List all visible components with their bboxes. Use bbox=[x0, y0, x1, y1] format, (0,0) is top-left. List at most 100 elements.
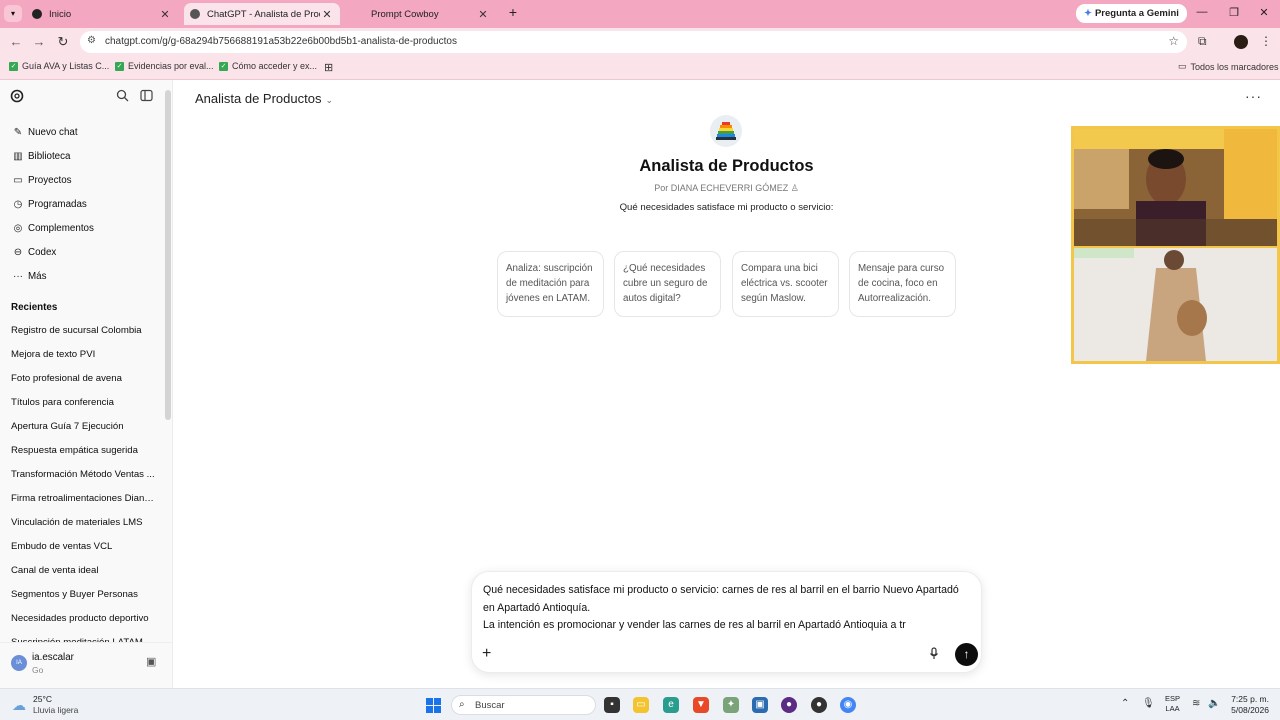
bookmark-item[interactable]: ✓ Cómo acceder y ex... bbox=[219, 61, 317, 71]
tab-search-button[interactable]: ▾ bbox=[4, 5, 22, 22]
new-tab-button[interactable]: + bbox=[505, 4, 521, 20]
taskbar-search[interactable]: ⌕ Buscar bbox=[451, 695, 596, 715]
back-icon[interactable]: ← bbox=[8, 34, 24, 49]
browser-tab-bar: ▾ Inicio ✕ ChatGPT - Analista de Product… bbox=[0, 0, 1280, 28]
recent-chat-item[interactable]: Mejora de texto PVI bbox=[11, 349, 156, 360]
chat-sidebar: ✎ Nuevo chat ▥ Biblioteca ▭ Proyectos ◷ Prog… bbox=[0, 80, 173, 688]
sidebar-item-complementos[interactable]: ◎ Complementos bbox=[11, 219, 94, 237]
windows-taskbar: ☁ 25°C Lluvia ligera ⌕ Buscar ▪ ▭ e ▼ ✦ … bbox=[0, 688, 1280, 720]
file-explorer-icon[interactable]: ▭ bbox=[633, 697, 649, 713]
chrome-icon[interactable]: ◉ bbox=[840, 697, 856, 713]
ask-gemini-button[interactable]: ✦ Pregunta a Gemini bbox=[1076, 4, 1187, 23]
gift-icon[interactable]: ▣ bbox=[146, 655, 156, 668]
language-code: ESP bbox=[1165, 694, 1181, 703]
clock-time: 7:25 p. m. bbox=[1231, 694, 1269, 704]
edge-icon[interactable]: e bbox=[663, 697, 679, 713]
sidebar-item-label: Proyectos bbox=[28, 174, 72, 186]
all-bookmarks-button[interactable]: ▭ Todos los marcadores bbox=[1178, 61, 1279, 72]
sidebar-toggle-icon[interactable] bbox=[140, 89, 153, 105]
clock-icon: ◷ bbox=[13, 198, 23, 210]
prompt-line: Qué necesidades satisface mi producto o … bbox=[483, 584, 962, 614]
recent-chat-item[interactable]: Respuesta empática sugerida bbox=[11, 445, 156, 456]
recent-chat-item[interactable]: Embudo de ventas VCL bbox=[11, 541, 156, 552]
app-icon[interactable]: ✦ bbox=[723, 697, 739, 713]
forward-icon[interactable]: → bbox=[31, 34, 47, 49]
url-text[interactable]: chatgpt.com/g/g-68a294b756688191a53b22e6… bbox=[105, 36, 457, 47]
bookmark-star-icon[interactable]: ☆ bbox=[1168, 34, 1179, 48]
recent-chat-item[interactable]: Apertura Guía 7 Ejecución bbox=[11, 421, 156, 432]
sidebar-item-mas[interactable]: ··· Más bbox=[11, 267, 47, 285]
conversation-starter[interactable]: Compara una bici eléctrica vs. scooter s… bbox=[732, 251, 839, 317]
all-bookmarks-label: Todos los marcadores bbox=[1190, 61, 1279, 72]
window-close-icon[interactable]: ✕ bbox=[1254, 6, 1274, 19]
bookmarks-bar: ✓ Guía AVA y Listas C... ✓ Evidencias por … bbox=[0, 56, 1280, 80]
obs-icon[interactable]: ● bbox=[781, 697, 797, 713]
temperature[interactable]: 25°C bbox=[33, 694, 52, 704]
search-icon[interactable] bbox=[116, 89, 129, 105]
task-view-icon[interactable]: ▪ bbox=[604, 697, 620, 713]
microphone-icon[interactable]: 🎙 bbox=[1142, 698, 1155, 709]
weather-cloud-icon[interactable]: ☁ bbox=[12, 697, 26, 714]
weather-description[interactable]: Lluvia ligera bbox=[33, 705, 78, 715]
profile-avatar[interactable] bbox=[1234, 35, 1248, 49]
recent-chat-item[interactable]: Títulos para conferencia bbox=[11, 397, 156, 408]
recent-chat-item[interactable]: Firma retroalimentaciones Diana... bbox=[11, 493, 156, 504]
window-app-icon[interactable]: ▣ bbox=[752, 697, 768, 713]
recent-chat-item[interactable]: Vinculación de materiales LMS bbox=[11, 517, 156, 528]
browser-menu-icon[interactable]: ⋮ bbox=[1260, 34, 1272, 48]
send-button[interactable]: ↑ bbox=[955, 643, 978, 666]
system-clock[interactable]: 7:25 p. m. 5/08/2026 bbox=[1225, 694, 1269, 716]
language-indicator[interactable]: ESP LAA bbox=[1165, 694, 1180, 714]
sidebar-item-label: Nuevo chat bbox=[28, 126, 78, 138]
apps-grid-icon[interactable]: ⊞ bbox=[324, 61, 333, 74]
site-info-icon[interactable]: ⚙ bbox=[87, 35, 96, 46]
tab-inicio[interactable]: Inicio ✕ bbox=[26, 3, 178, 25]
tab-chatgpt[interactable]: ChatGPT - Analista de Producto ✕ bbox=[184, 3, 340, 25]
sidebar-item-nuevo-chat[interactable]: ✎ Nuevo chat bbox=[11, 123, 78, 141]
add-attachment-icon[interactable]: + bbox=[482, 645, 491, 663]
conversation-starter[interactable]: ¿Qué necesidades cubre un seguro de auto… bbox=[614, 251, 721, 317]
sidebar-item-label: Codex bbox=[28, 246, 57, 258]
model-selector[interactable]: Analista de Productos ⌄ bbox=[195, 91, 333, 106]
extensions-icon[interactable]: ⧉ bbox=[1198, 34, 1207, 49]
sidebar-item-programadas[interactable]: ◷ Programadas bbox=[11, 195, 87, 213]
url-bar[interactable]: ⚙ chatgpt.com/g/g-68a294b756688191a53b22… bbox=[80, 31, 1187, 53]
close-icon[interactable]: ✕ bbox=[320, 8, 334, 21]
conversation-starter[interactable]: Analiza: suscripción de meditación para … bbox=[497, 251, 604, 317]
sidebar-item-codex[interactable]: ⊖ Codex bbox=[11, 243, 57, 261]
recent-chat-item[interactable]: Necesidades producto deportivo bbox=[11, 613, 156, 624]
recorder-icon[interactable]: ● bbox=[811, 697, 827, 713]
microphone-icon[interactable] bbox=[929, 647, 939, 663]
gemini-sparkle-icon: ✦ bbox=[1084, 8, 1092, 19]
close-icon[interactable]: ✕ bbox=[476, 8, 490, 21]
wifi-icon[interactable]: ≋ bbox=[1192, 698, 1200, 709]
brave-icon[interactable]: ▼ bbox=[693, 697, 709, 713]
reload-icon[interactable]: ↻ bbox=[55, 34, 71, 50]
prompt-textarea[interactable]: Qué necesidades satisface mi producto o … bbox=[483, 582, 973, 635]
recent-section-title: Recientes bbox=[11, 302, 58, 313]
message-composer[interactable]: Qué necesidades satisface mi producto o … bbox=[471, 571, 982, 673]
more-options-icon[interactable]: ··· bbox=[1245, 88, 1262, 104]
recent-chat-item[interactable]: Registro de sucursal Colombia bbox=[11, 325, 156, 336]
sidebar-item-biblioteca[interactable]: ▥ Biblioteca bbox=[11, 147, 70, 165]
start-button[interactable] bbox=[426, 698, 441, 713]
recent-chat-item[interactable]: Canal de venta ideal bbox=[11, 565, 156, 576]
bookmark-item[interactable]: ✓ Guía AVA y Listas C... bbox=[9, 61, 109, 71]
sidebar-item-proyectos[interactable]: ▭ Proyectos bbox=[11, 171, 72, 189]
sidebar-scrollbar[interactable] bbox=[165, 90, 171, 420]
conversation-starter[interactable]: Mensaje para curso de cocina, foco en Au… bbox=[849, 251, 956, 317]
recent-chat-item[interactable]: Transformación Método Ventas ... bbox=[11, 469, 156, 480]
restore-icon[interactable]: ❐ bbox=[1224, 6, 1244, 19]
chevron-up-icon[interactable]: ⌃ bbox=[1121, 698, 1129, 709]
recent-chat-item[interactable]: Segmentos y Buyer Personas bbox=[11, 589, 156, 600]
bookmark-item[interactable]: ✓ Evidencias por eval... bbox=[115, 61, 214, 71]
volume-icon[interactable]: 🔈 bbox=[1208, 698, 1220, 709]
close-icon[interactable]: ✕ bbox=[158, 8, 172, 21]
openai-logo-icon[interactable] bbox=[10, 89, 24, 106]
tab-prompt-cowboy[interactable]: Prompt Cowboy ✕ bbox=[344, 3, 496, 25]
recent-chat-item[interactable]: Foto profesional de avena bbox=[11, 373, 156, 384]
user-account[interactable]: IA ia.escalar Go ▣ bbox=[0, 642, 172, 688]
clock-date: 5/08/2026 bbox=[1231, 705, 1269, 715]
person-icon: ♙ bbox=[790, 183, 799, 193]
minimize-icon[interactable]: — bbox=[1192, 6, 1212, 18]
